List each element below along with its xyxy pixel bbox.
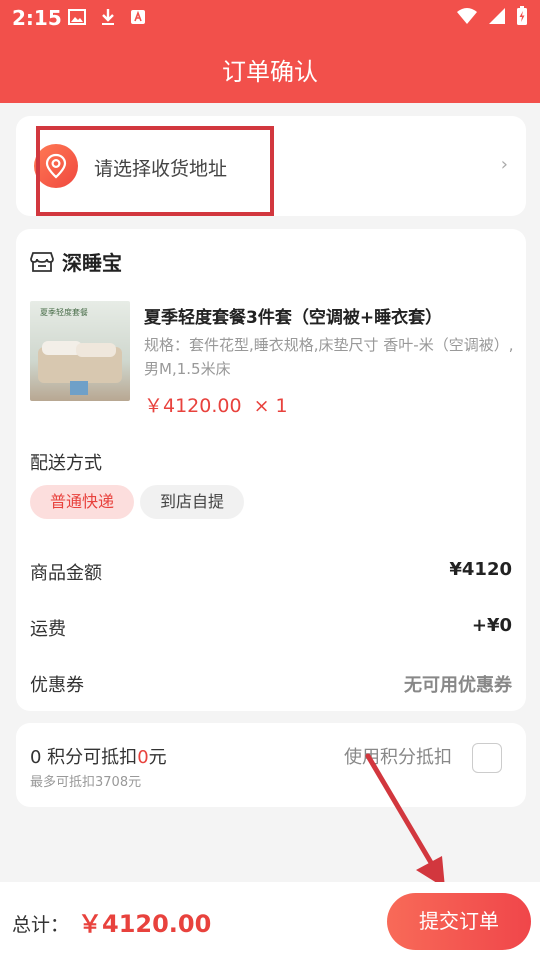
font-icon bbox=[131, 10, 145, 24]
coupon-row[interactable]: 优惠券 无可用优惠券 bbox=[30, 671, 512, 697]
product-quantity: × 1 bbox=[253, 395, 288, 417]
store-icon bbox=[30, 251, 54, 272]
status-time: 2:15 bbox=[12, 6, 62, 30]
shipping-row: 运费 +¥0 bbox=[30, 615, 512, 641]
points-summary: 0 积分可抵扣0元 bbox=[30, 743, 167, 769]
product-image-box bbox=[70, 381, 88, 395]
total-value: ￥4120.00 bbox=[78, 910, 212, 938]
points-card: 0 积分可抵扣0元 最多可抵扣3708元 使用积分抵扣 bbox=[16, 723, 526, 807]
shipping-value: +¥0 bbox=[471, 615, 512, 636]
battery-icon bbox=[517, 6, 527, 25]
points-deduct-value: 0 bbox=[137, 747, 149, 768]
points-count: 0 bbox=[30, 747, 42, 768]
points-text-a: 积分可抵扣 bbox=[41, 747, 138, 768]
coupon-label: 优惠券 bbox=[30, 675, 84, 696]
shop-name: 深睡宝 bbox=[62, 251, 122, 275]
product-image-label: 夏季轻度套餐 bbox=[40, 308, 88, 317]
image-icon bbox=[68, 9, 86, 25]
coupon-value: 无可用优惠券 bbox=[404, 675, 512, 696]
wifi-icon bbox=[457, 8, 477, 24]
submit-order-button[interactable]: 提交订单 bbox=[387, 893, 531, 950]
page-title: 订单确认 bbox=[222, 58, 318, 86]
signal-icon bbox=[489, 8, 505, 24]
product-spec: 规格：套件花型,睡衣规格,床垫尺寸 香叶-米（空调被）,男M,1.5米床 bbox=[144, 336, 514, 378]
product-image-pillow bbox=[76, 343, 116, 357]
delivery-label: 配送方式 bbox=[30, 453, 102, 474]
bottom-bar: 总计： ￥4120.00 提交订单 bbox=[0, 882, 540, 960]
product-image[interactable]: 夏季轻度套餐 bbox=[30, 301, 130, 401]
points-text-b: 元 bbox=[148, 747, 167, 768]
status-notification-icons bbox=[68, 8, 146, 26]
product-price: ￥4120.00 bbox=[144, 395, 242, 417]
delivery-option-pickup[interactable]: 到店自提 bbox=[140, 485, 245, 519]
delivery-option-express[interactable]: 普通快递 bbox=[30, 485, 135, 519]
shop-row: 深睡宝 bbox=[30, 247, 122, 276]
price-row: ￥4120.00 × 1 bbox=[144, 391, 288, 418]
points-max-note: 最多可抵扣3708元 bbox=[30, 775, 142, 790]
total-label: 总计： bbox=[12, 914, 70, 936]
goods-amount-row: 商品金额 ¥4120 bbox=[30, 559, 512, 585]
annotation-highlight-box bbox=[36, 126, 274, 216]
goods-amount-label: 商品金额 bbox=[30, 563, 102, 584]
chevron-right-icon[interactable]: › bbox=[501, 154, 508, 175]
status-system-icons bbox=[456, 6, 528, 26]
shipping-label: 运费 bbox=[30, 619, 66, 640]
order-card: 深睡宝 夏季轻度套餐 夏季轻度套餐3件套（空调被+睡衣套） 规格：套件花型,睡衣… bbox=[16, 229, 526, 711]
points-use-label: 使用积分抵扣 bbox=[344, 747, 452, 768]
product-name: 夏季轻度套餐3件套（空调被+睡衣套） bbox=[144, 308, 443, 328]
goods-amount-value: ¥4120 bbox=[449, 559, 512, 580]
status-bar: 2:15 bbox=[0, 0, 540, 36]
header-bar: 2:15 订单确认 bbox=[0, 0, 540, 103]
address-selector[interactable]: 请选择收货地址 › bbox=[16, 116, 526, 216]
download-icon bbox=[102, 9, 114, 25]
points-use-checkbox[interactable] bbox=[472, 743, 502, 773]
